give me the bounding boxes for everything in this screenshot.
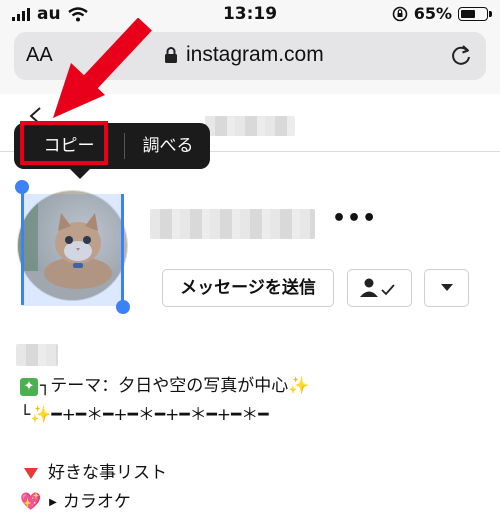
sparkles-icon-2: ✨ — [30, 405, 52, 425]
look-up-menu-item[interactable]: 調べる — [126, 123, 210, 169]
list-item-text: カラオケ — [62, 492, 131, 512]
red-arrow-icon — [53, 18, 152, 118]
small-triangle-icon: ▶ — [49, 497, 57, 508]
corner-glyph: ┐ — [40, 376, 51, 396]
username-header-blurred — [205, 116, 295, 136]
selection-start-line — [21, 188, 24, 305]
bio-line-list-title: 好きな事リスト — [20, 459, 309, 488]
list-title-text: 好きな事リスト — [48, 463, 167, 483]
suggestions-dropdown-button[interactable] — [424, 269, 469, 307]
battery-icon — [458, 6, 492, 21]
caret-down-icon — [441, 284, 453, 291]
bio-decoration-text: ━+━＊━+━＊━+━＊━+━＊━ — [51, 405, 269, 425]
selection-start-handle[interactable] — [15, 180, 29, 194]
sparkles-icon: ✨ — [288, 376, 310, 396]
bio-blank-line — [20, 430, 309, 459]
red-triangle-icon — [24, 468, 38, 479]
sparkling-heart-icon: 💖 — [20, 492, 42, 512]
text-selection-highlight — [22, 194, 122, 306]
bio-theme-text: テーマ：夕日や空の写真が中心 — [50, 376, 289, 396]
bio-line-2: └ ✨ ━+━＊━+━＊━+━＊━+━＊━ — [20, 401, 309, 430]
menu-separator — [124, 133, 125, 159]
status-right: 65% — [392, 4, 492, 23]
address-display[interactable]: instagram.com — [164, 43, 324, 67]
reload-icon[interactable] — [450, 43, 472, 67]
profile-name-blurred — [150, 209, 315, 239]
display-name-blurred — [16, 344, 58, 366]
bio-line-1: ✦ ┐ テーマ：夕日や空の写真が中心 ✨ — [20, 372, 309, 401]
bio-line-list-item: 💖 ▶ カラオケ — [20, 488, 309, 517]
sparkle-box-icon: ✦ — [20, 377, 38, 396]
corner-glyph-2: └ — [20, 405, 31, 425]
battery-level — [461, 9, 476, 18]
person-check-icon — [360, 278, 395, 297]
send-message-button[interactable]: メッセージを送信 — [162, 269, 334, 307]
following-button[interactable] — [347, 269, 412, 307]
more-options-icon[interactable]: ••• — [332, 206, 377, 231]
profile-bio: ✦ ┐ テーマ：夕日や空の写真が中心 ✨ └ ✨ ━+━＊━+━＊━+━＊━+━＊━ 好… — [20, 372, 309, 517]
battery-percent: 65% — [413, 4, 452, 23]
lock-icon — [165, 47, 177, 63]
selection-end-line — [121, 194, 124, 306]
domain-text: instagram.com — [186, 43, 324, 66]
orientation-lock-icon — [392, 6, 408, 21]
selection-end-handle[interactable] — [116, 300, 130, 314]
